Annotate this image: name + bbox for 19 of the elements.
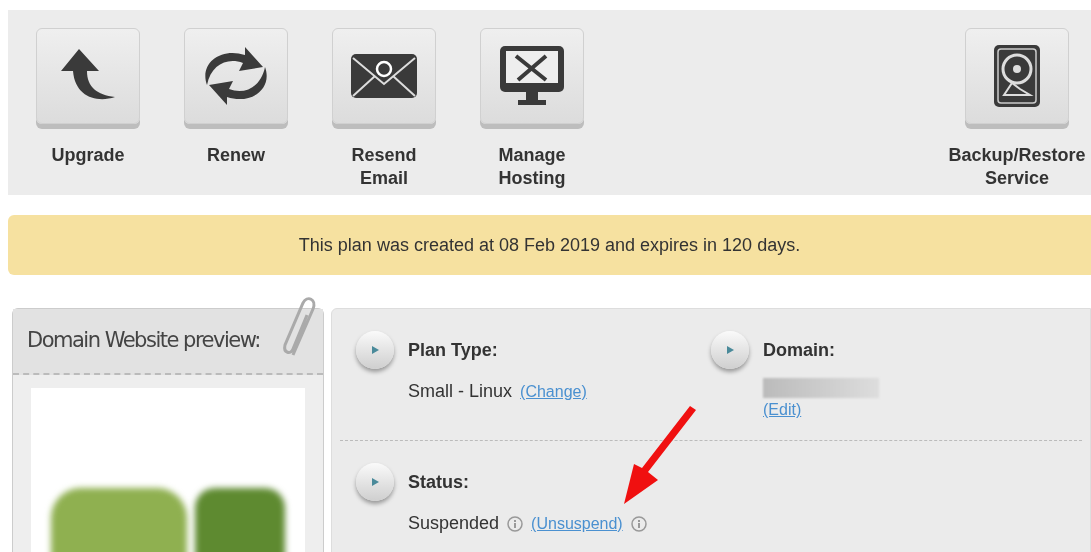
field-label: Status: <box>408 471 470 494</box>
play-bullet-icon <box>711 331 749 369</box>
field-label: Domain: <box>763 339 836 362</box>
notice-banner: This plan was created at 08 Feb 2019 and expires in 120 days. <box>8 215 1091 275</box>
preview-title: Domain Website preview: <box>27 327 260 355</box>
play-bullet-icon <box>356 331 394 369</box>
toolbar-button[interactable]: Resend Email <box>310 28 458 195</box>
hard-drive-icon <box>994 45 1040 107</box>
field-value: Small - Linux <box>408 380 513 403</box>
envelope-icon <box>351 54 417 98</box>
field-value: Suspended <box>408 512 500 535</box>
play-bullet-icon <box>356 463 394 501</box>
toolbar-button[interactable]: Renew <box>162 28 310 195</box>
toolbar-button[interactable]: Upgrade <box>14 28 162 195</box>
toolbar-button[interactable]: Backup/Restore Service <box>943 28 1091 195</box>
toolbar-button[interactable]: Manage Hosting <box>458 28 606 195</box>
info-icon <box>507 515 524 532</box>
field-label: Plan Type: <box>408 339 499 362</box>
info-icon <box>630 515 647 532</box>
